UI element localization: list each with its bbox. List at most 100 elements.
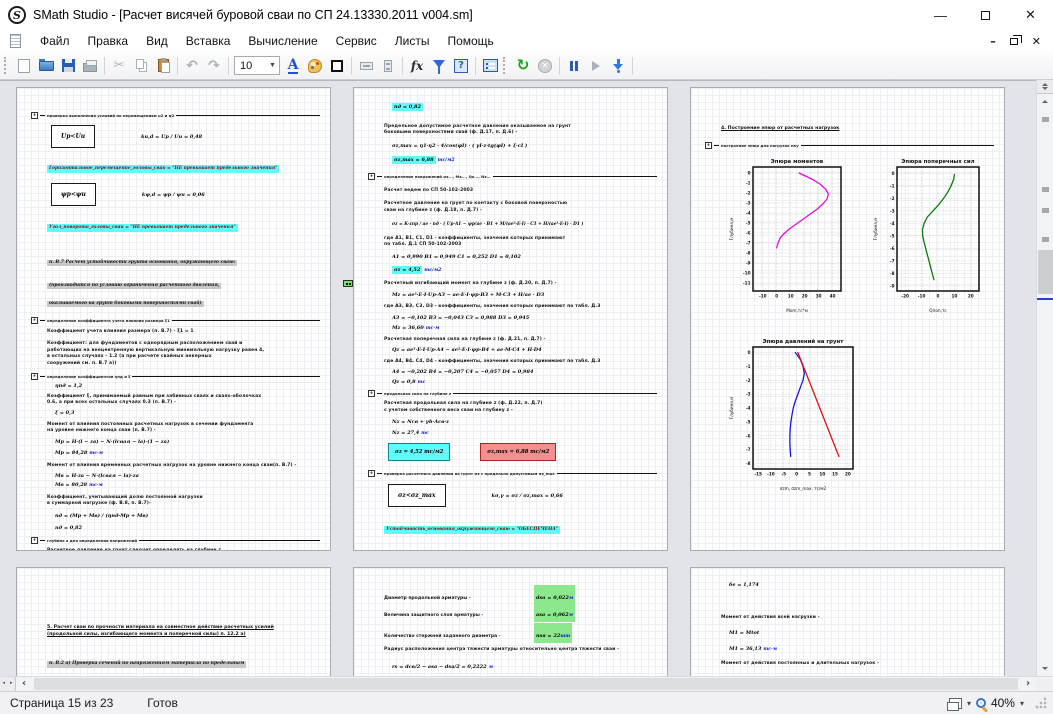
section-rule: +определение напряжений σz..., Mz..., Qz… <box>368 173 657 180</box>
open-button[interactable] <box>35 55 57 77</box>
border-button[interactable] <box>326 55 348 77</box>
svg-text:-2: -2 <box>746 377 751 382</box>
scroll-right-button[interactable]: › <box>1020 677 1036 691</box>
svg-text:Qпоп,тс: Qпоп,тс <box>929 308 947 313</box>
formula-text: σz,max = η1·η2 · 4/cos(φI) · ( γI·z·tg(φ… <box>392 143 527 149</box>
paste-button[interactable] <box>152 55 174 77</box>
toolbar-grip[interactable] <box>4 57 9 74</box>
text-region: Расчетная продольная сила на глубине z (… <box>384 401 657 414</box>
collapse-toggle-icon[interactable]: + <box>31 373 38 380</box>
redo-arrow-icon: ↷ <box>208 58 220 74</box>
save-button[interactable] <box>57 55 79 77</box>
mdi-minimize-button[interactable]: – <box>990 36 996 47</box>
resume-button[interactable] <box>585 55 607 77</box>
align-horizontal-button[interactable] <box>355 55 377 77</box>
collapse-toggle-icon[interactable]: + <box>368 470 375 477</box>
split-view-handle[interactable]: ◂▸ <box>0 677 16 691</box>
background-color-button[interactable] <box>304 55 326 77</box>
page-content: +проверка выполнения условий по перемеще… <box>17 88 330 550</box>
collapse-toggle-icon[interactable]: + <box>705 142 712 149</box>
menu-item-3[interactable]: Вставка <box>177 32 240 50</box>
window-maximize-button[interactable] <box>963 0 1008 30</box>
copy-button[interactable] <box>130 55 152 77</box>
chevron-down-icon[interactable]: ▾ <box>967 699 971 708</box>
document-page-2[interactable]: nд = 0,82Предельное допустимое расчетное… <box>353 87 668 551</box>
section-rule-label: глубина z для определения напряжений <box>47 538 137 543</box>
fx-icon: fx <box>411 60 423 72</box>
description-button[interactable]: ? <box>450 55 472 77</box>
font-color-button[interactable]: A <box>282 55 304 77</box>
menu-item-6[interactable]: Листы <box>386 32 439 50</box>
svg-text:0: 0 <box>748 350 751 355</box>
window-close-button[interactable]: ✕ <box>1008 0 1053 30</box>
scroll-left-button[interactable]: ‹ <box>16 677 32 691</box>
worksheet-canvas[interactable]: +проверка выполнения условий по перемеще… <box>0 80 1036 676</box>
split-view-handle[interactable] <box>1037 80 1053 94</box>
toolbar-grip[interactable] <box>503 57 508 74</box>
function-button[interactable]: fx <box>406 55 428 77</box>
page-content: Диаметр продольной арматуры -dsa = 0,022… <box>354 568 667 676</box>
window-minimize-button[interactable]: — <box>918 0 963 30</box>
vertical-scroll-thumb[interactable] <box>1038 250 1053 294</box>
collapse-toggle-icon[interactable]: + <box>368 390 375 397</box>
horizontal-scroll-thumb[interactable] <box>34 678 1018 690</box>
math-region: Nz = 27,4тс <box>392 430 657 436</box>
print-button[interactable] <box>79 55 101 77</box>
new-sheet-icon <box>18 59 30 73</box>
svg-text:-1: -1 <box>746 180 751 185</box>
options-button[interactable] <box>479 55 501 77</box>
recalculate-button[interactable]: ↻ <box>512 55 534 77</box>
collapse-toggle-icon[interactable]: + <box>31 112 38 119</box>
vertical-scrollbar[interactable] <box>1036 80 1053 676</box>
filter-button[interactable] <box>428 55 450 77</box>
menu-item-5[interactable]: Сервис <box>327 32 386 50</box>
step-button[interactable] <box>607 55 629 77</box>
resize-grip[interactable] <box>1035 697 1047 709</box>
font-size-combobox[interactable]: 10 ▼ <box>234 56 280 75</box>
formula-text: Qz = 0,8 <box>392 379 416 385</box>
formula-text: nsa = 22 <box>536 633 560 639</box>
math-region: ξ = 0,3 <box>55 410 320 416</box>
menu-item-4[interactable]: Вычисление <box>239 32 326 50</box>
document-page-4[interactable]: 5. Расчет сваи по прочности материала на… <box>16 567 331 676</box>
undo-button[interactable]: ↶ <box>181 55 203 77</box>
cut-button[interactable]: ✂ <box>108 55 130 77</box>
horizontal-scrollbar[interactable]: ◂▸ ‹ › <box>0 676 1053 691</box>
svg-text:-5: -5 <box>746 419 751 424</box>
zoom-level[interactable]: 40% <box>991 696 1015 710</box>
svg-text:-8: -8 <box>890 271 895 276</box>
formula-text: Mв = 80,28 <box>55 482 87 488</box>
magnifier-icon[interactable] <box>976 698 986 708</box>
collapse-toggle-icon[interactable]: + <box>31 537 38 544</box>
collapse-toggle-icon[interactable]: + <box>31 317 38 324</box>
formula-text: ku,d = Up / Uu = 0,48 <box>141 134 202 140</box>
svg-text:-6: -6 <box>746 230 751 235</box>
stop-icon: ✕ <box>538 59 552 73</box>
page-layout-icon[interactable] <box>949 698 962 709</box>
math-region: nд = 0,82 <box>392 103 657 111</box>
menu-item-2[interactable]: Вид <box>137 32 177 50</box>
chevron-down-icon[interactable]: ▼ <box>266 57 279 74</box>
menu-item-1[interactable]: Правка <box>79 32 138 50</box>
svg-text:-4: -4 <box>746 405 751 410</box>
document-page-1[interactable]: +проверка выполнения условий по перемеще… <box>16 87 331 551</box>
menu-item-7[interactable]: Помощь <box>438 32 502 50</box>
new-sheet-button[interactable] <box>13 55 35 77</box>
interrupt-button[interactable]: ✕ <box>534 55 556 77</box>
menu-item-0[interactable]: Файл <box>31 32 79 50</box>
mdi-close-button[interactable]: ✕ <box>1032 36 1041 47</box>
scroll-up-button[interactable] <box>1037 94 1053 109</box>
chevron-down-icon[interactable]: ▾ <box>1020 699 1024 708</box>
svg-text:-10: -10 <box>759 293 767 298</box>
document-page-3[interactable]: 4. Построение эпюр от расчетных нагрузок… <box>690 87 1005 551</box>
redo-button[interactable]: ↷ <box>203 55 225 77</box>
collapse-toggle-icon[interactable]: + <box>368 173 375 180</box>
scroll-down-button[interactable] <box>1037 661 1053 676</box>
document-page-6[interactable]: δe = 1,174Момент от действия всей нагруз… <box>690 567 1005 676</box>
align-vertical-button[interactable] <box>377 55 399 77</box>
mdi-restore-button[interactable] <box>1010 38 1018 45</box>
document-page-5[interactable]: Диаметр продольной арматуры -dsa = 0,022… <box>353 567 668 676</box>
page-content: 5. Расчет сваи по прочности материала на… <box>17 568 330 676</box>
formula-text: Qz = ae³·E·I·Up·A4 − ae²·E·I·ψp·B4 + ae·… <box>392 347 542 353</box>
pause-button[interactable] <box>563 55 585 77</box>
